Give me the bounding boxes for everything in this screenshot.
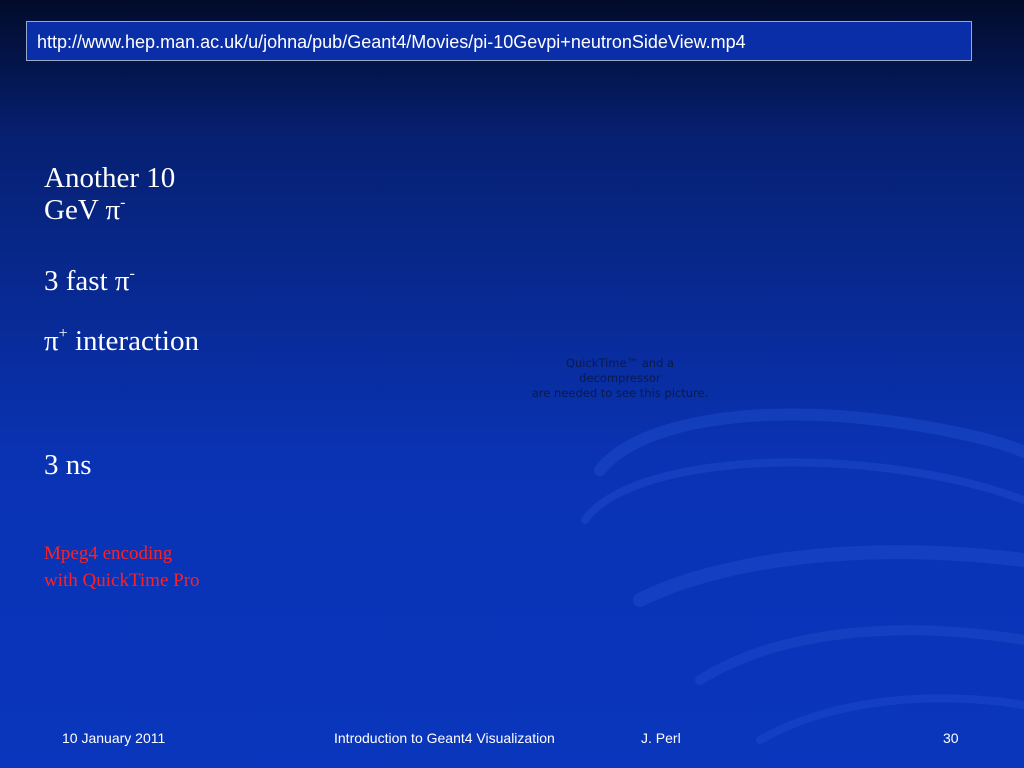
text-3-ns: 3 ns xyxy=(44,449,92,481)
qt-line-2: decompressor xyxy=(579,371,661,385)
minus-superscript: - xyxy=(129,265,135,282)
footer-author: J. Perl xyxy=(641,730,681,746)
note-line-1: Mpeg4 encoding xyxy=(44,543,173,564)
qt-line-1: QuickTime™ and a xyxy=(565,356,675,370)
minus-superscript: - xyxy=(120,194,126,211)
line-gev-pi-minus: GeV π- xyxy=(44,194,175,226)
interaction-suffix: interaction xyxy=(67,325,199,357)
note-line-2: with QuickTime Pro xyxy=(44,570,200,591)
plus-superscript: + xyxy=(58,325,68,342)
pi-symbol: π xyxy=(105,194,121,226)
line-another-10: Another 10 xyxy=(44,162,176,194)
video-url-link[interactable]: http://www.hep.man.ac.uk/u/johna/pub/Gea… xyxy=(26,21,972,61)
footer-title: Introduction to Geant4 Visualization xyxy=(334,730,555,746)
fast-prefix: 3 fast xyxy=(44,265,115,297)
pi-symbol: π xyxy=(44,325,59,357)
footer-date: 10 January 2011 xyxy=(62,730,166,746)
text-3-fast-pi-minus: 3 fast π- xyxy=(44,265,135,297)
gev-prefix: GeV xyxy=(44,194,106,226)
text-another-10-gev-pi: Another 10 GeV π- xyxy=(44,162,175,226)
footer-page-number: 30 xyxy=(943,730,959,746)
pi-symbol: π xyxy=(114,265,130,297)
text-pi-plus-interaction: π+ interaction xyxy=(44,325,199,357)
quicktime-video-placeholder[interactable]: QuickTime™ and a decompressor are needed… xyxy=(480,356,760,401)
qt-line-3: are needed to see this picture. xyxy=(531,386,709,400)
encoding-note: Mpeg4 encoding with QuickTime Pro xyxy=(44,540,200,594)
